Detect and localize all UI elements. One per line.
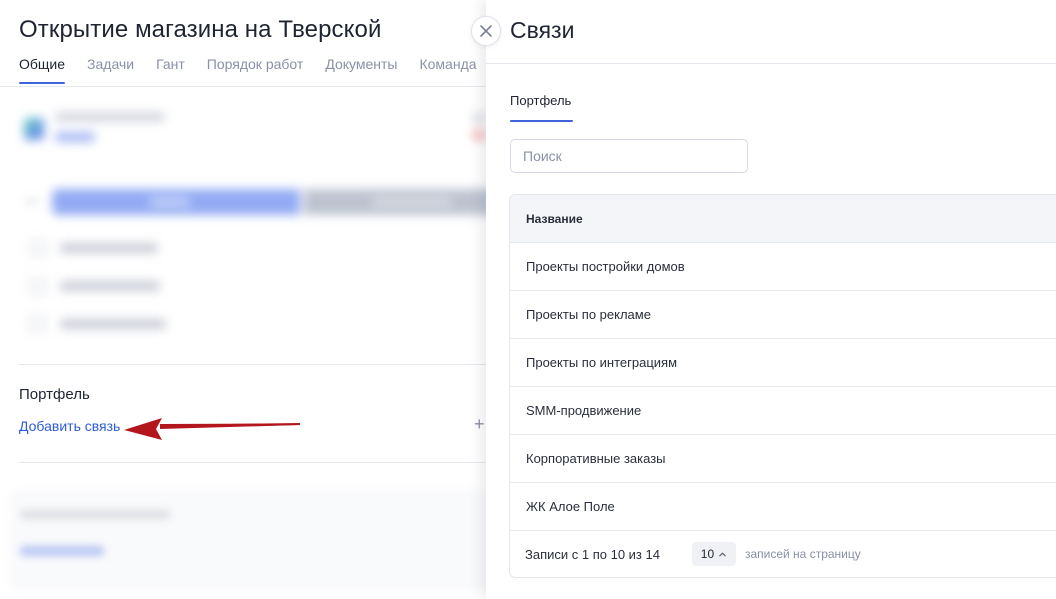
add-link-button[interactable]: Добавить связь [19, 418, 120, 434]
annotation-arrow-icon [124, 418, 300, 440]
blurred-card [10, 490, 486, 590]
page-size-value: 10 [700, 547, 715, 561]
links-panel: Связи Портфель Название Проекты постройк… [486, 0, 1056, 599]
page-title: Открытие магазина на Тверской [19, 16, 382, 43]
panel-header-divider [486, 63, 1056, 64]
project-tabs: Общие Задачи Гант Порядок работ Документ… [19, 56, 486, 84]
portfolio-section-title: Портфель [19, 386, 90, 403]
column-header-name[interactable]: Название [510, 195, 1056, 243]
table-row[interactable]: Проекты по рекламе [510, 291, 1056, 339]
blurred-text [60, 243, 158, 253]
blurred-text [150, 198, 190, 206]
project-page: Открытие магазина на Тверской Общие Зада… [0, 0, 486, 599]
blurred-text [55, 112, 165, 122]
tab-portfolio[interactable]: Портфель [510, 93, 574, 122]
tabs-divider [0, 86, 486, 87]
blurred-project-summary [0, 92, 486, 362]
chevron-up-icon [719, 552, 726, 556]
table-row[interactable]: Корпоративные заказы [510, 435, 1056, 483]
table-row[interactable]: ЖК Алое Поле [510, 483, 1056, 531]
page-size-select[interactable]: 10 [691, 542, 736, 566]
blurred-text [60, 319, 166, 329]
project-icon [24, 118, 44, 140]
blurred-checkbox [30, 278, 46, 294]
blurred-text [60, 281, 160, 291]
blurred-arrow [26, 200, 38, 203]
table-row[interactable]: Проекты постройки домов [510, 243, 1056, 291]
table-row[interactable]: Проекты по интеграциям [510, 339, 1056, 387]
tab-general[interactable]: Общие [19, 56, 66, 84]
per-page-label: записей на страницу [744, 547, 861, 561]
tab-documents[interactable]: Документы [325, 56, 397, 84]
blurred-checkbox [30, 316, 46, 332]
plus-icon[interactable]: + [474, 414, 485, 435]
table-row[interactable]: SMM-продвижение [510, 387, 1056, 435]
close-panel-button[interactable] [471, 16, 501, 46]
blurred-text [55, 132, 95, 142]
panel-title: Связи [510, 17, 575, 43]
records-range-label: Записи с 1 по 10 из 14 [525, 546, 660, 562]
section-divider [19, 462, 486, 463]
blurred-description [0, 480, 486, 599]
blurred-text [20, 546, 104, 556]
blurred-text [472, 114, 486, 122]
tab-gantt[interactable]: Гант [156, 56, 185, 84]
search-input[interactable] [510, 139, 748, 173]
portfolio-table: Название Проекты постройки домов Проекты… [509, 194, 1056, 578]
tab-workflow[interactable]: Порядок работ [207, 56, 304, 84]
blurred-text [20, 510, 170, 519]
close-icon [480, 25, 492, 37]
tab-team[interactable]: Команда [419, 56, 476, 84]
blurred-text [472, 130, 486, 140]
blurred-checkbox [30, 240, 46, 256]
tab-tasks[interactable]: Задачи [87, 56, 134, 84]
section-divider [19, 364, 486, 365]
table-pagination: Записи с 1 по 10 из 14 10 записей на стр… [510, 531, 1056, 577]
blurred-text [372, 198, 452, 206]
